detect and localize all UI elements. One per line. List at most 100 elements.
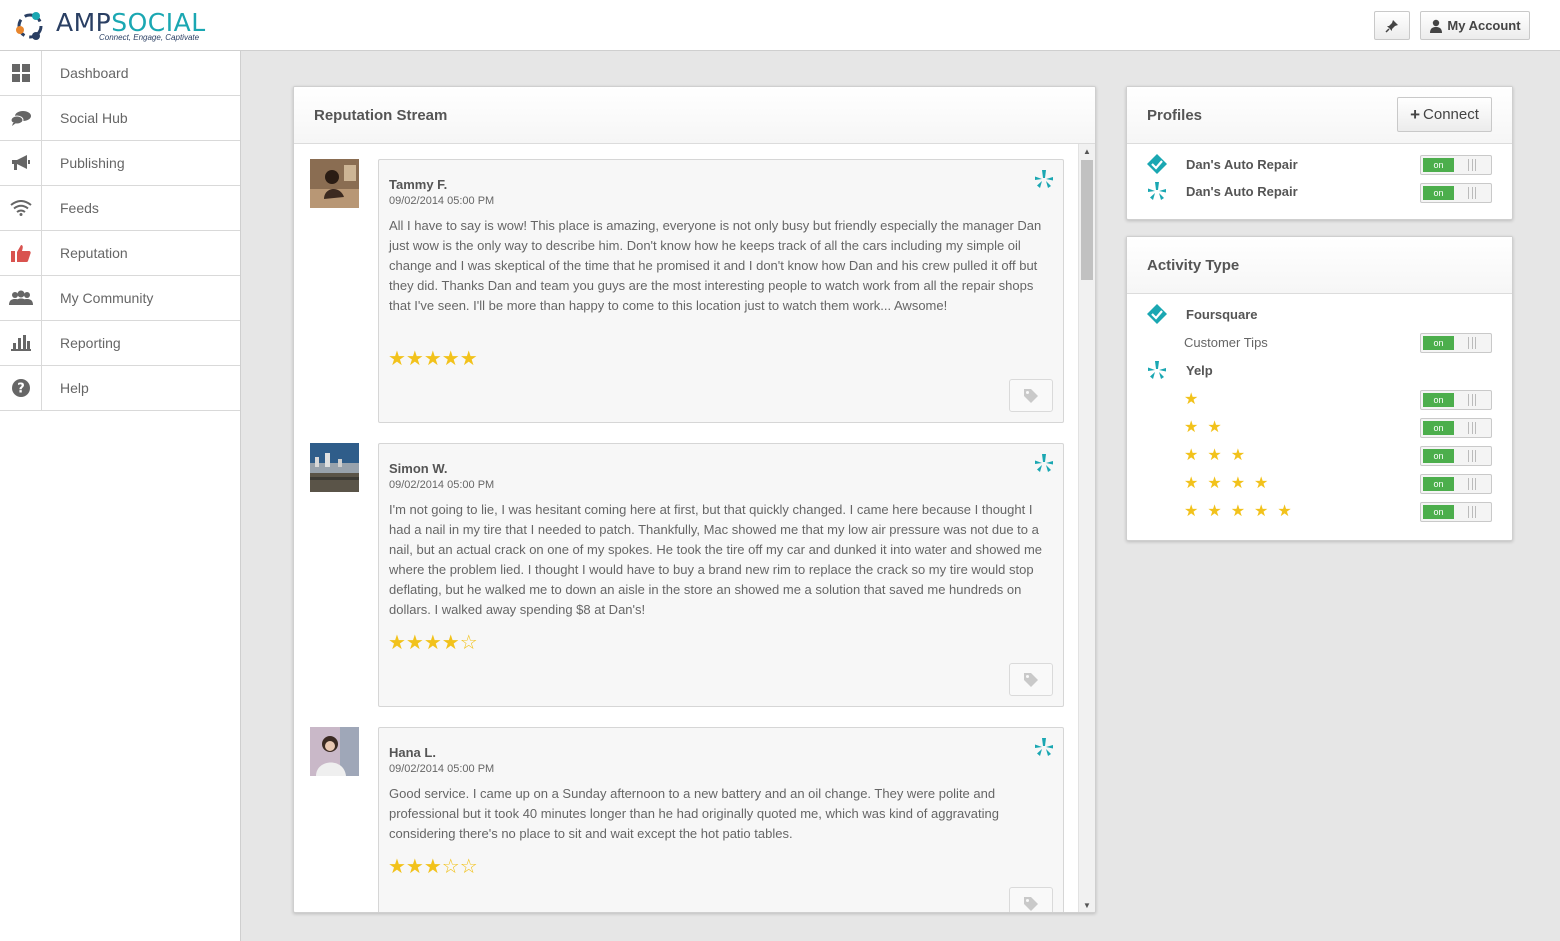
pin-icon bbox=[1385, 19, 1398, 33]
star-filter-3: ★★★ bbox=[1184, 447, 1255, 464]
yelp-icon[interactable] bbox=[1035, 454, 1053, 472]
brand-tagline: Connect, Engage, Captivate bbox=[99, 33, 200, 42]
panel-title: Profiles bbox=[1147, 106, 1203, 124]
thumbs-up-icon bbox=[10, 245, 31, 262]
star-rating: ★★★★☆ bbox=[388, 632, 478, 654]
yelp-icon[interactable] bbox=[1035, 170, 1053, 188]
sidebar-item-label: Dashboard bbox=[60, 65, 129, 81]
reviewer-name: Hana L. bbox=[389, 745, 436, 760]
stream-scrollbar[interactable]: ▲ ▼ bbox=[1078, 144, 1095, 912]
star-rating: ★★★☆☆ bbox=[388, 856, 478, 878]
activity-group-label: Foursquare bbox=[1186, 306, 1258, 322]
star-filter-4: ★★★★ bbox=[1184, 475, 1278, 492]
top-bar: AMPSOCIAL Connect, Engage, Captivate My … bbox=[0, 0, 1560, 51]
star-filter-toggle-4[interactable]: on bbox=[1420, 474, 1492, 494]
sidebar-item-label: Reporting bbox=[60, 335, 121, 351]
grid-icon bbox=[11, 64, 30, 82]
people-icon bbox=[8, 290, 33, 305]
tag-button[interactable] bbox=[1009, 887, 1053, 912]
sidebar-item-publishing[interactable]: Publishing bbox=[0, 141, 240, 186]
profile-toggle-foursquare[interactable]: on bbox=[1420, 155, 1492, 175]
yelp-icon[interactable] bbox=[1035, 738, 1053, 756]
sidebar-item-social-hub[interactable]: Social Hub bbox=[0, 96, 240, 141]
sidebar-item-my-community[interactable]: My Community bbox=[0, 276, 240, 321]
reputation-stream-panel: Reputation Stream Tammy F. 09/02/2014 05… bbox=[293, 86, 1096, 913]
yelp-icon bbox=[1148, 182, 1166, 200]
scrollbar-thumb[interactable] bbox=[1081, 160, 1093, 280]
activity-type-panel: Activity Type Foursquare Customer Tips o… bbox=[1126, 236, 1513, 541]
star-filter-1: ★ bbox=[1184, 391, 1208, 408]
customer-tips-label: Customer Tips bbox=[1184, 335, 1268, 350]
tag-icon bbox=[1024, 388, 1038, 403]
review-date: 09/02/2014 05:00 PM bbox=[389, 479, 495, 491]
logo[interactable]: AMPSOCIAL Connect, Engage, Captivate bbox=[12, 6, 212, 46]
review-card: Hana L. 09/02/2014 05:00 PM Good service… bbox=[378, 727, 1064, 912]
star-rating: ★★★★★ bbox=[388, 348, 478, 370]
sidebar-nav: Dashboard Social Hub Publishing Feeds Re… bbox=[0, 51, 241, 941]
avatar bbox=[310, 443, 359, 492]
sidebar-item-reputation[interactable]: Reputation bbox=[0, 231, 240, 276]
star-filter-toggle-3[interactable]: on bbox=[1420, 446, 1492, 466]
activity-group-yelp: Yelp bbox=[1146, 361, 1213, 379]
chat-bubbles-icon bbox=[10, 111, 31, 126]
panel-title: Reputation Stream bbox=[294, 87, 1095, 144]
panel-title: Activity Type bbox=[1127, 237, 1512, 294]
review-card: Simon W. 09/02/2014 05:00 PM I'm not goi… bbox=[378, 443, 1064, 707]
plus-icon: + bbox=[1410, 104, 1421, 124]
my-account-button[interactable]: My Account bbox=[1420, 11, 1530, 40]
review-date: 09/02/2014 05:00 PM bbox=[389, 763, 495, 775]
sidebar-item-label: Feeds bbox=[60, 200, 99, 216]
review-text: Good service. I came up on a Sunday afte… bbox=[389, 786, 999, 841]
toggle-on-label: on bbox=[1423, 421, 1454, 435]
profile-name: Dan's Auto Repair bbox=[1186, 156, 1298, 172]
wifi-icon bbox=[9, 200, 32, 216]
toggle-on-label: on bbox=[1423, 505, 1454, 519]
review-date: 09/02/2014 05:00 PM bbox=[389, 195, 495, 207]
pin-button[interactable] bbox=[1374, 11, 1410, 40]
reviewer-name: Tammy F. bbox=[389, 177, 448, 192]
review-text: I'm not going to lie, I was hesitant com… bbox=[389, 502, 1043, 617]
profile-name: Dan's Auto Repair bbox=[1186, 183, 1298, 199]
profile-toggle-yelp[interactable]: on bbox=[1420, 183, 1492, 203]
profile-row-foursquare: Dan's Auto Repair bbox=[1146, 154, 1298, 174]
tag-icon bbox=[1024, 672, 1038, 687]
question-icon: ? bbox=[11, 379, 30, 397]
scroll-down-arrow-icon[interactable]: ▼ bbox=[1079, 898, 1095, 912]
review-text: All I have to say is wow! This place is … bbox=[389, 218, 1042, 313]
profiles-panel: Profiles + Connect Dan's Auto Repair on … bbox=[1126, 86, 1513, 220]
toggle-on-label: on bbox=[1423, 393, 1454, 407]
tag-button[interactable] bbox=[1009, 379, 1053, 412]
sidebar-item-label: My Community bbox=[60, 290, 154, 306]
connect-label: Connect bbox=[1423, 106, 1479, 123]
review-list[interactable]: Tammy F. 09/02/2014 05:00 PM All I have … bbox=[294, 144, 1078, 912]
star-filter-toggle-1[interactable]: on bbox=[1420, 390, 1492, 410]
svg-text:?: ? bbox=[17, 382, 25, 397]
customer-tips-toggle[interactable]: on bbox=[1420, 333, 1492, 353]
sidebar-item-label: Social Hub bbox=[60, 110, 128, 126]
toggle-on-label: on bbox=[1423, 158, 1454, 172]
sidebar-item-label: Reputation bbox=[60, 245, 128, 261]
profiles-header: Profiles + Connect bbox=[1127, 87, 1512, 144]
tag-icon bbox=[1024, 896, 1038, 911]
star-filter-2: ★★ bbox=[1184, 419, 1231, 436]
review-card: Tammy F. 09/02/2014 05:00 PM All I have … bbox=[378, 159, 1064, 423]
star-filter-toggle-5[interactable]: on bbox=[1420, 502, 1492, 522]
tag-button[interactable] bbox=[1009, 663, 1053, 696]
my-account-label: My Account bbox=[1447, 18, 1521, 33]
scroll-up-arrow-icon[interactable]: ▲ bbox=[1079, 144, 1095, 158]
reviewer-name: Simon W. bbox=[389, 461, 448, 476]
foursquare-icon bbox=[1147, 304, 1167, 324]
toggle-on-label: on bbox=[1423, 477, 1454, 491]
megaphone-icon bbox=[11, 155, 30, 170]
connect-button[interactable]: + Connect bbox=[1397, 97, 1492, 132]
sidebar-item-reporting[interactable]: Reporting bbox=[0, 321, 240, 366]
sidebar-item-help[interactable]: ? Help bbox=[0, 366, 240, 411]
sidebar-item-feeds[interactable]: Feeds bbox=[0, 186, 240, 231]
profile-row-yelp: Dan's Auto Repair bbox=[1146, 182, 1298, 200]
sidebar-item-dashboard[interactable]: Dashboard bbox=[0, 51, 240, 96]
star-filter-5: ★★★★★ bbox=[1184, 503, 1301, 520]
avatar bbox=[310, 159, 359, 208]
list-item: Simon W. 09/02/2014 05:00 PM I'm not goi… bbox=[310, 443, 1064, 707]
list-item: Tammy F. 09/02/2014 05:00 PM All I have … bbox=[310, 159, 1064, 423]
star-filter-toggle-2[interactable]: on bbox=[1420, 418, 1492, 438]
